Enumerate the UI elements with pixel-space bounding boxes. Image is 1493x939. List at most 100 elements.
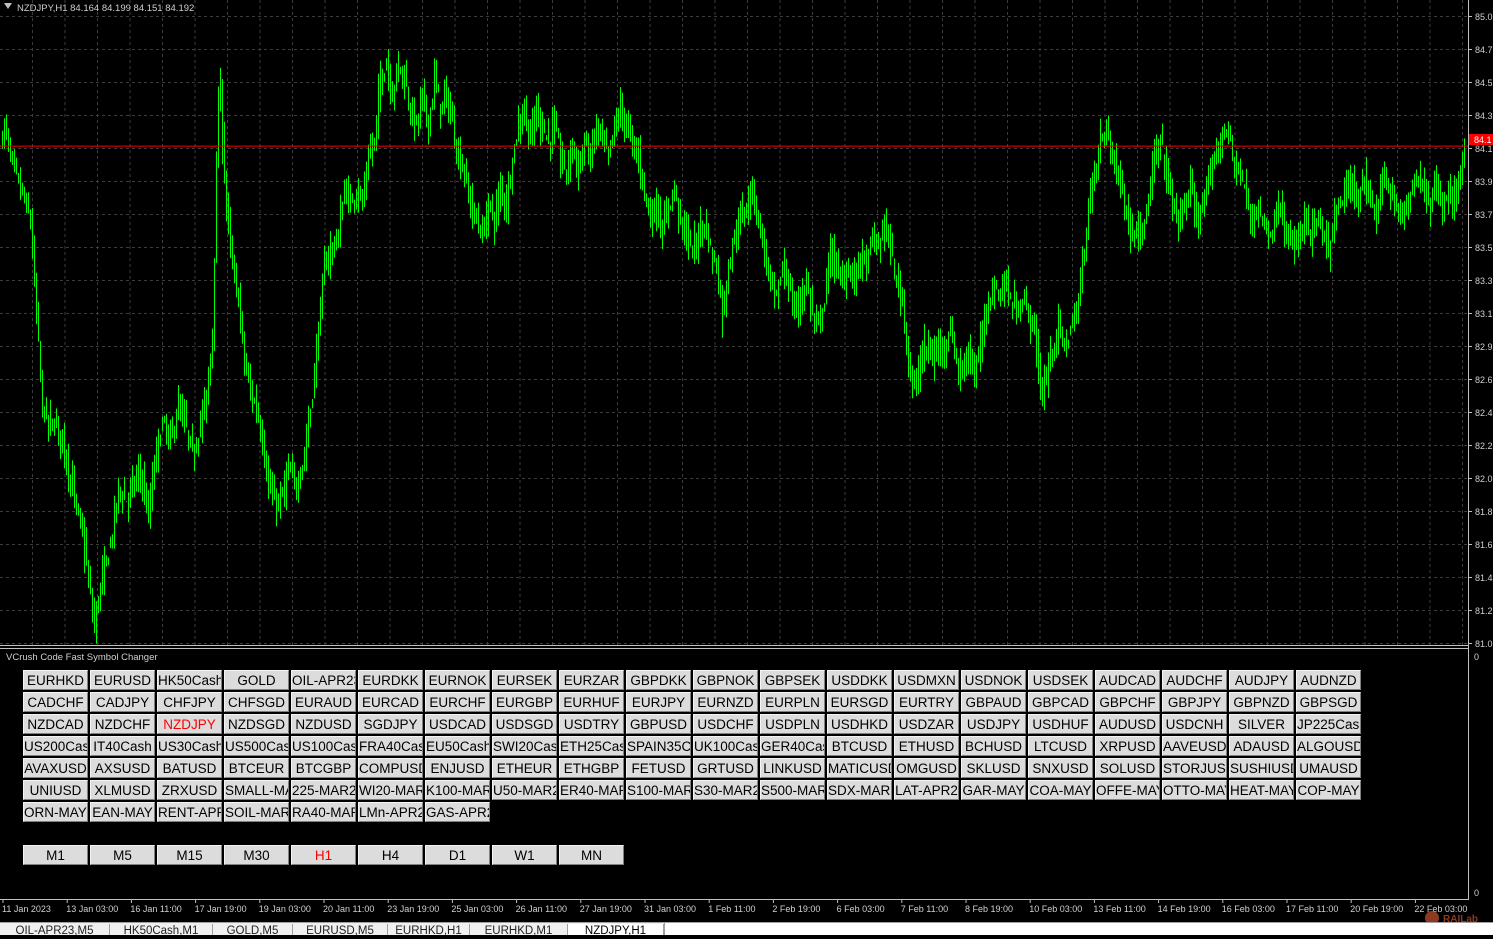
timeframe-button-w1[interactable]: W1 bbox=[492, 845, 557, 865]
symbol-button-ltcusd[interactable]: LTCUSD bbox=[1028, 736, 1093, 756]
symbol-button-oil-apr23[interactable]: OIL-APR23 bbox=[291, 670, 356, 690]
symbol-button-umausd[interactable]: UMAUSD bbox=[1296, 758, 1361, 778]
symbol-button-gbpdkk[interactable]: GBPDKK bbox=[626, 670, 691, 690]
symbol-button-brent-apr23[interactable]: RENT-APR2 bbox=[157, 802, 222, 822]
symbol-button-small-mar23[interactable]: SMALL-MAR2 bbox=[224, 780, 289, 800]
symbol-button-us100-mar23[interactable]: S100-MAR2 bbox=[626, 780, 691, 800]
chart-tab[interactable]: NZDJPY,H1 bbox=[568, 924, 664, 935]
symbol-button-sgdjpy[interactable]: SGDJPY bbox=[358, 714, 423, 734]
timeframe-button-d1[interactable]: D1 bbox=[425, 845, 490, 865]
symbol-button-algousd[interactable]: ALGOUSD bbox=[1296, 736, 1361, 756]
symbol-button-gbpaud[interactable]: GBPAUD bbox=[961, 692, 1026, 712]
symbol-button-nzdsgd[interactable]: NZDSGD bbox=[224, 714, 289, 734]
symbol-button-storjusd[interactable]: STORJUSD bbox=[1162, 758, 1227, 778]
symbol-button-nzdusd[interactable]: NZDUSD bbox=[291, 714, 356, 734]
symbol-button-us50-mar23[interactable]: U50-MAR2 bbox=[492, 780, 557, 800]
symbol-button-usdzar[interactable]: USDZAR bbox=[894, 714, 959, 734]
chart-tab[interactable]: OIL-APR23,M5 bbox=[0, 924, 110, 935]
symbol-button-xlmusd[interactable]: XLMUSD bbox=[90, 780, 155, 800]
symbol-button-eurusd[interactable]: EURUSD bbox=[90, 670, 155, 690]
symbol-button-ngas-apr23[interactable]: GAS-APR2 bbox=[425, 802, 490, 822]
symbol-button-ger40-mar23[interactable]: ER40-MAR2 bbox=[559, 780, 624, 800]
symbol-button-usdnok[interactable]: USDNOK bbox=[961, 670, 1026, 690]
symbol-button-eurhkd[interactable]: EURHKD bbox=[23, 670, 88, 690]
symbol-button-xrpusd[interactable]: XRPUSD bbox=[1095, 736, 1160, 756]
symbol-button-sbean-may23[interactable]: EAN-MAY bbox=[90, 802, 155, 822]
symbol-button-usdpln[interactable]: USDPLN bbox=[760, 714, 825, 734]
chart-tab[interactable]: EURHKD,H1 bbox=[388, 924, 470, 935]
symbol-button-chfjpy[interactable]: CHFJPY bbox=[157, 692, 222, 712]
timeframe-button-mn[interactable]: MN bbox=[559, 845, 624, 865]
symbol-button-plat-apr23[interactable]: LAT-APR2 bbox=[894, 780, 959, 800]
symbol-button-gbpnok[interactable]: GBPNOK bbox=[693, 670, 758, 690]
symbol-button-btcusd[interactable]: BTCUSD bbox=[827, 736, 892, 756]
timeframe-button-m5[interactable]: M5 bbox=[90, 845, 155, 865]
symbol-button-us500cash[interactable]: US500Cash bbox=[224, 736, 289, 756]
symbol-button-ethusd[interactable]: ETHUSD bbox=[894, 736, 959, 756]
symbol-button-hk50cash[interactable]: HK50Cash bbox=[157, 670, 222, 690]
symbol-button-solusd[interactable]: SOLUSD bbox=[1095, 758, 1160, 778]
symbol-button-usdchf[interactable]: USDCHF bbox=[693, 714, 758, 734]
symbol-button-cadchf[interactable]: CADCHF bbox=[23, 692, 88, 712]
symbol-button-axsusd[interactable]: AXSUSD bbox=[90, 758, 155, 778]
symbol-button-usdtry[interactable]: USDTRY bbox=[559, 714, 624, 734]
symbol-button-us500-mar23[interactable]: S500-MAR2 bbox=[760, 780, 825, 800]
symbol-button-silver[interactable]: SILVER bbox=[1229, 714, 1294, 734]
symbol-button-enjusd[interactable]: ENJUSD bbox=[425, 758, 490, 778]
symbol-button-sklusd[interactable]: SKLUSD bbox=[961, 758, 1026, 778]
symbol-button-gbpsgd[interactable]: GBPSGD bbox=[1296, 692, 1361, 712]
symbol-button-ger40cash[interactable]: GER40Cash bbox=[760, 736, 825, 756]
symbol-button-eurtry[interactable]: EURTRY bbox=[894, 692, 959, 712]
symbol-button-eurcad[interactable]: EURCAD bbox=[358, 692, 423, 712]
symbol-button-spain35cash[interactable]: SPAIN35Cash bbox=[626, 736, 691, 756]
symbol-button-us200cash[interactable]: US200Cash bbox=[23, 736, 88, 756]
symbol-button-usdcnh[interactable]: USDCNH bbox=[1162, 714, 1227, 734]
symbol-button-usdsgd[interactable]: USDSGD bbox=[492, 714, 557, 734]
symbol-button-audjpy[interactable]: AUDJPY bbox=[1229, 670, 1294, 690]
symbol-button-batusd[interactable]: BATUSD bbox=[157, 758, 222, 778]
symbol-button-corn-may23[interactable]: ORN-MAY2 bbox=[23, 802, 88, 822]
symbol-button-snxusd[interactable]: SNXUSD bbox=[1028, 758, 1093, 778]
timeframe-button-h1[interactable]: H1 bbox=[291, 845, 356, 865]
symbol-button-nzdjpy[interactable]: NZDJPY bbox=[157, 714, 222, 734]
symbol-button-fetusd[interactable]: FETUSD bbox=[626, 758, 691, 778]
symbol-button-maticusd[interactable]: MATICUSD bbox=[827, 758, 892, 778]
symbol-button-uk100cash[interactable]: UK100Cash bbox=[693, 736, 758, 756]
symbol-button-bchusd[interactable]: BCHUSD bbox=[961, 736, 1026, 756]
timeframe-button-m15[interactable]: M15 bbox=[157, 845, 222, 865]
symbol-button-eurchf[interactable]: EURCHF bbox=[425, 692, 490, 712]
symbol-button-usdhuf[interactable]: USDHUF bbox=[1028, 714, 1093, 734]
symbol-button-eurdkk[interactable]: EURDKK bbox=[358, 670, 423, 690]
symbol-button-omgusd[interactable]: OMGUSD bbox=[894, 758, 959, 778]
symbol-button-usdsek[interactable]: USDSEK bbox=[1028, 670, 1093, 690]
symbol-button-eursek[interactable]: EURSEK bbox=[492, 670, 557, 690]
symbol-button-fra40-mar23[interactable]: RA40-MAR2 bbox=[291, 802, 356, 822]
timeframe-button-m1[interactable]: M1 bbox=[23, 845, 88, 865]
symbol-button-swi20cash[interactable]: SWI20Cash bbox=[492, 736, 557, 756]
symbol-button-nzdchf[interactable]: NZDCHF bbox=[90, 714, 155, 734]
symbol-button-eurjpy[interactable]: EURJPY bbox=[626, 692, 691, 712]
symbol-button-audusd[interactable]: AUDUSD bbox=[1095, 714, 1160, 734]
symbol-button-eu50cash[interactable]: EU50Cash bbox=[425, 736, 490, 756]
symbol-button-eursgd[interactable]: EURSGD bbox=[827, 692, 892, 712]
symbol-button-ethgbp[interactable]: ETHGBP bbox=[559, 758, 624, 778]
symbol-button-gold[interactable]: GOLD bbox=[224, 670, 289, 690]
symbol-button-adausd[interactable]: ADAUSD bbox=[1229, 736, 1294, 756]
symbol-button-gbpcad[interactable]: GBPCAD bbox=[1028, 692, 1093, 712]
symbol-button-swi20-mar23[interactable]: WI20-MAR2 bbox=[358, 780, 423, 800]
chart-tab[interactable]: EURHKD,M1 bbox=[470, 924, 568, 935]
symbol-button-eurnok[interactable]: EURNOK bbox=[425, 670, 490, 690]
symbol-button-it40cash[interactable]: IT40Cash bbox=[90, 736, 155, 756]
symbol-button-wheat-may23[interactable]: HEAT-MAY bbox=[1229, 780, 1294, 800]
symbol-button-almn-apr23[interactable]: LMn-APR2 bbox=[358, 802, 423, 822]
symbol-button-audchf[interactable]: AUDCHF bbox=[1162, 670, 1227, 690]
chart-tab[interactable]: EURUSD,M5 bbox=[293, 924, 388, 935]
symbol-button-eurnzd[interactable]: EURNZD bbox=[693, 692, 758, 712]
symbol-button-jp225-mar23[interactable]: 225-MAR2 bbox=[291, 780, 356, 800]
symbol-button-chfsgd[interactable]: CHFSGD bbox=[224, 692, 289, 712]
symbol-button-euraud[interactable]: EURAUD bbox=[291, 692, 356, 712]
symbol-button-gbpjpy[interactable]: GBPJPY bbox=[1162, 692, 1227, 712]
symbol-button-zrxusd[interactable]: ZRXUSD bbox=[157, 780, 222, 800]
symbol-button-eurpln[interactable]: EURPLN bbox=[760, 692, 825, 712]
symbol-button-eurzar[interactable]: EURZAR bbox=[559, 670, 624, 690]
